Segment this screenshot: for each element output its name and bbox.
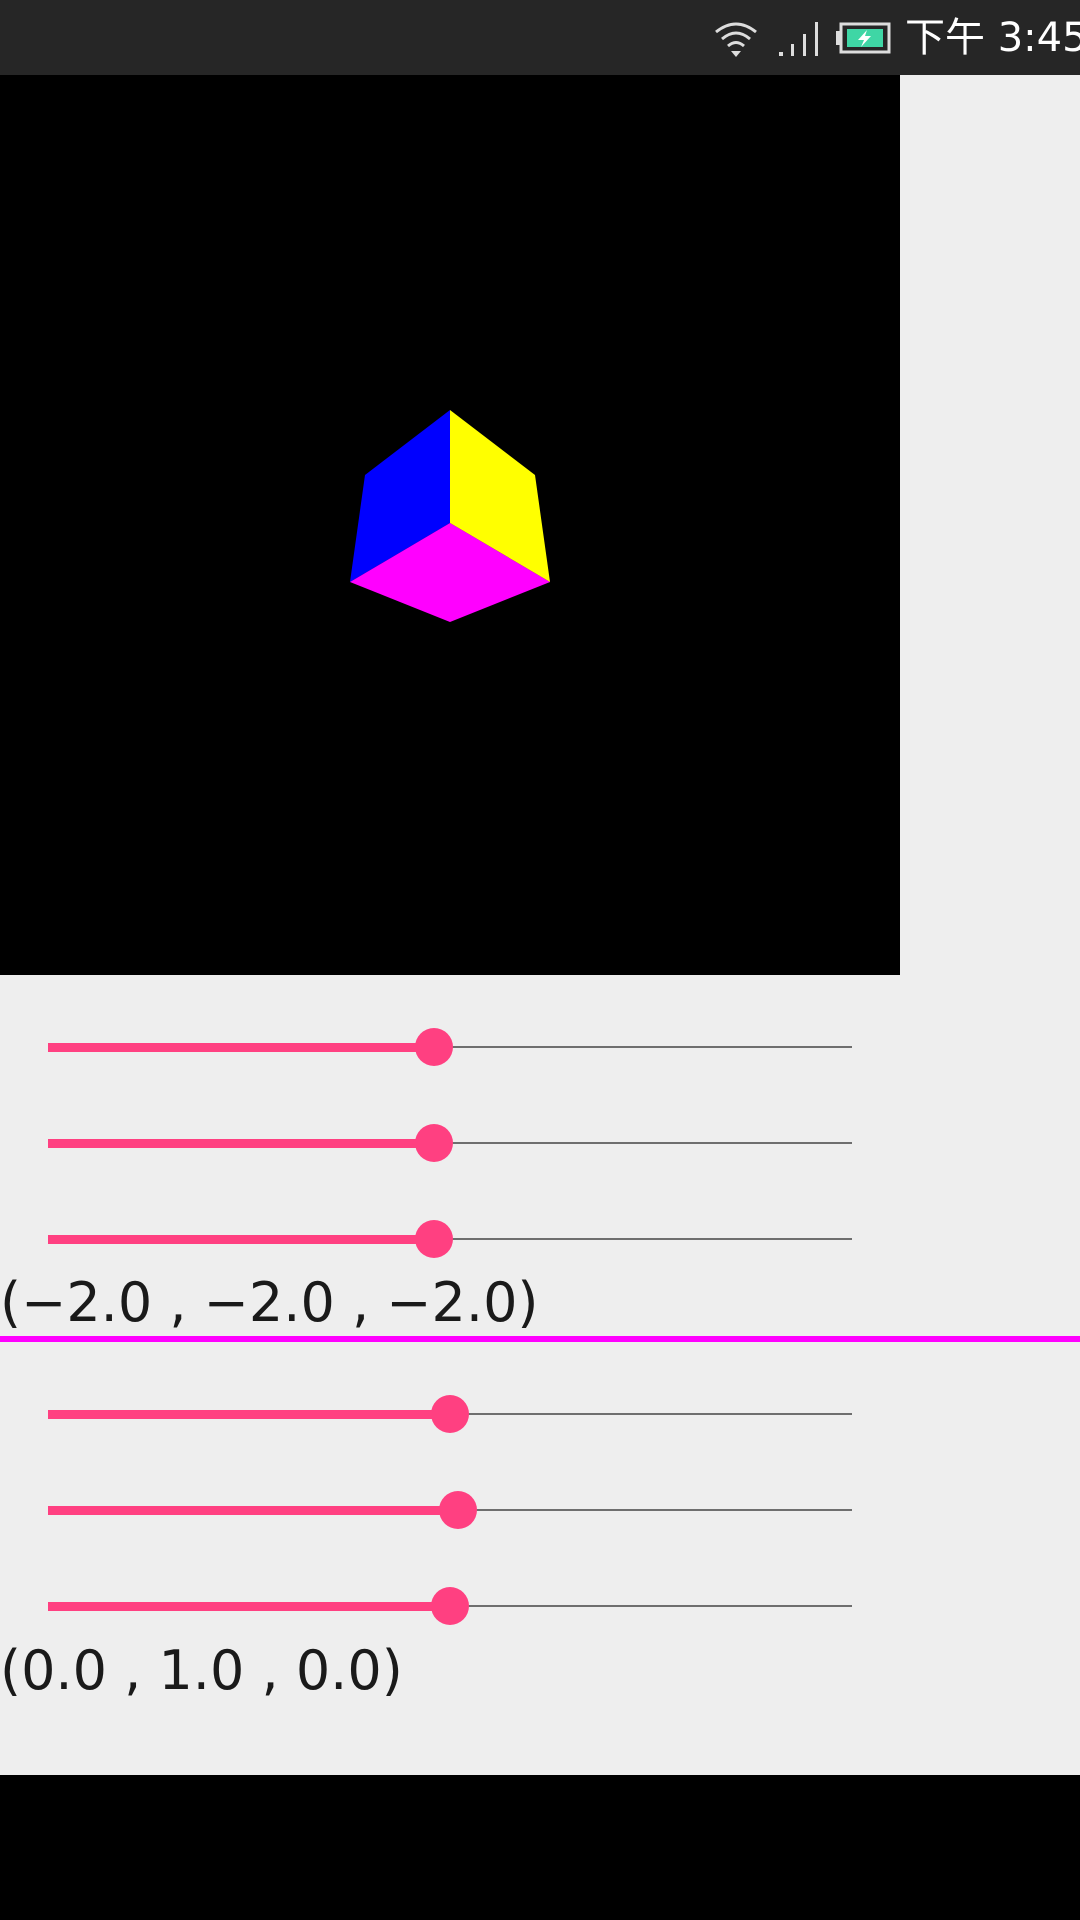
up-coordinates-label: (0.0 , 1.0 , 0.0) bbox=[0, 1639, 403, 1702]
slider-thumb[interactable] bbox=[414, 1028, 453, 1066]
status-bar: 下午 3:45 bbox=[0, 0, 1080, 75]
slider-thumb[interactable] bbox=[414, 1220, 453, 1258]
eye-z-slider[interactable] bbox=[48, 1214, 852, 1264]
slider-thumb[interactable] bbox=[439, 1491, 478, 1529]
up-x-slider[interactable] bbox=[48, 1389, 852, 1439]
cube-render bbox=[350, 410, 550, 622]
slider-fill bbox=[48, 1506, 459, 1515]
slider-thumb[interactable] bbox=[431, 1395, 469, 1433]
slider-fill bbox=[48, 1602, 450, 1611]
eye-y-slider[interactable] bbox=[48, 1118, 852, 1168]
navigation-bar bbox=[0, 1775, 1080, 1920]
gl-cube-view[interactable] bbox=[0, 75, 900, 975]
status-time: 下午 3:45 bbox=[905, 15, 1080, 61]
slider-fill bbox=[48, 1139, 434, 1148]
slider-fill bbox=[48, 1235, 434, 1244]
wifi-icon bbox=[715, 22, 757, 57]
slider-fill bbox=[48, 1043, 434, 1052]
slider-fill bbox=[48, 1410, 450, 1419]
signal-icon bbox=[779, 22, 818, 56]
up-z-slider[interactable] bbox=[48, 1581, 852, 1631]
slider-thumb[interactable] bbox=[414, 1124, 453, 1162]
eye-x-slider[interactable] bbox=[48, 1022, 852, 1072]
eye-coordinates-label: (−2.0 , −2.0 , −2.0) bbox=[0, 1271, 539, 1334]
section-divider bbox=[0, 1336, 1080, 1342]
battery-charging-icon bbox=[836, 22, 891, 54]
slider-thumb[interactable] bbox=[431, 1587, 469, 1625]
up-y-slider[interactable] bbox=[48, 1485, 852, 1535]
main-content: (−2.0 , −2.0 , −2.0) (0.0 , 1.0 , 0.0) bbox=[0, 75, 1080, 1775]
